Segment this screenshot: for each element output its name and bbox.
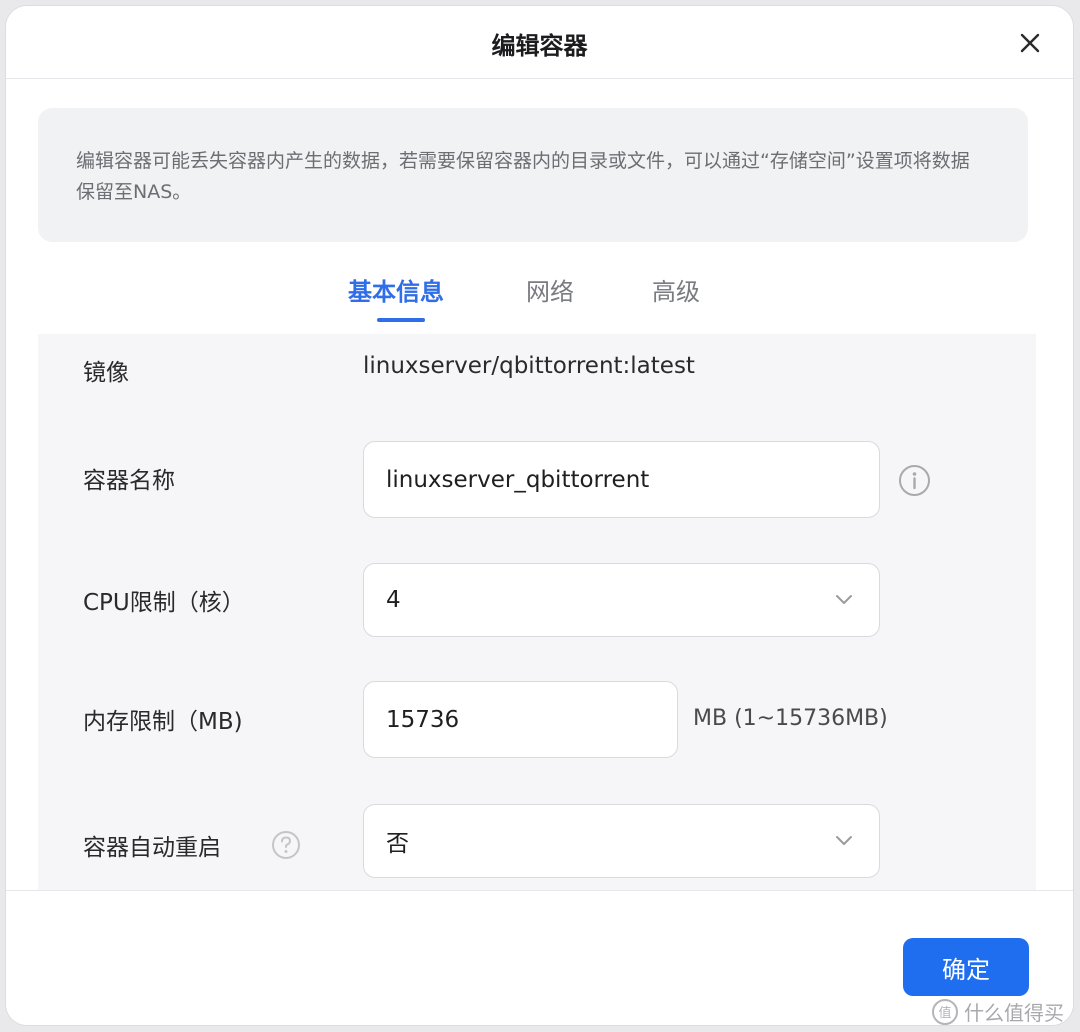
dialog-title: 编辑容器 (491, 32, 588, 60)
chevron-down-icon (836, 836, 852, 845)
tab-advanced[interactable]: 高级 (652, 272, 700, 307)
chevron-down-icon (836, 595, 852, 604)
cpu-limit-label: CPU限制（核） (83, 590, 245, 616)
memory-limit-range: MB (1~15736MB) (693, 706, 888, 731)
memory-limit-value: 15736 (386, 706, 460, 733)
watermark-logo: 值 (932, 998, 958, 1025)
basic-info-form: 镜像 linuxserver/qbittorrent:latest 容器名称 l… (38, 334, 1036, 890)
auto-restart-label: 容器自动重启 (83, 835, 221, 861)
edit-container-dialog: 编辑容器 编辑容器可能丢失容器内产生的数据，若需要保留容器内的目录或文件，可以通… (5, 5, 1074, 1026)
tab-bar: 基本信息 网络 高级 (6, 268, 1073, 328)
container-name-label: 容器名称 (83, 468, 175, 494)
info-icon[interactable] (898, 464, 931, 497)
help-icon[interactable] (271, 830, 301, 860)
memory-limit-input[interactable]: 15736 (363, 681, 678, 758)
container-name-input[interactable]: linuxserver_qbittorrent (363, 441, 880, 518)
auto-restart-select[interactable]: 否 (363, 804, 880, 878)
data-loss-notice: 编辑容器可能丢失容器内产生的数据，若需要保留容器内的目录或文件，可以通过“存储空… (38, 108, 1028, 242)
confirm-button[interactable]: 确定 (903, 938, 1029, 996)
dialog-footer: 确定 (6, 890, 1073, 1025)
close-icon (1020, 33, 1040, 53)
cpu-limit-select[interactable]: 4 (363, 563, 880, 637)
tab-network[interactable]: 网络 (526, 272, 574, 307)
notice-text: 编辑容器可能丢失容器内产生的数据，若需要保留容器内的目录或文件，可以通过“存储空… (76, 150, 970, 203)
auto-restart-value: 否 (386, 831, 409, 857)
memory-limit-label: 内存限制（MB) (83, 709, 243, 735)
site-watermark: 值 什么值得买 (932, 997, 1064, 1026)
watermark-text: 什么值得买 (964, 1001, 1064, 1025)
cpu-limit-value: 4 (386, 587, 401, 613)
active-tab-indicator (377, 318, 425, 322)
container-name-value: linuxserver_qbittorrent (386, 466, 650, 493)
image-value: linuxserver/qbittorrent:latest (363, 353, 695, 379)
tab-basic-info[interactable]: 基本信息 (348, 272, 444, 307)
close-button[interactable] (1015, 28, 1045, 58)
dialog-header: 编辑容器 (6, 6, 1073, 79)
image-label: 镜像 (83, 360, 129, 386)
